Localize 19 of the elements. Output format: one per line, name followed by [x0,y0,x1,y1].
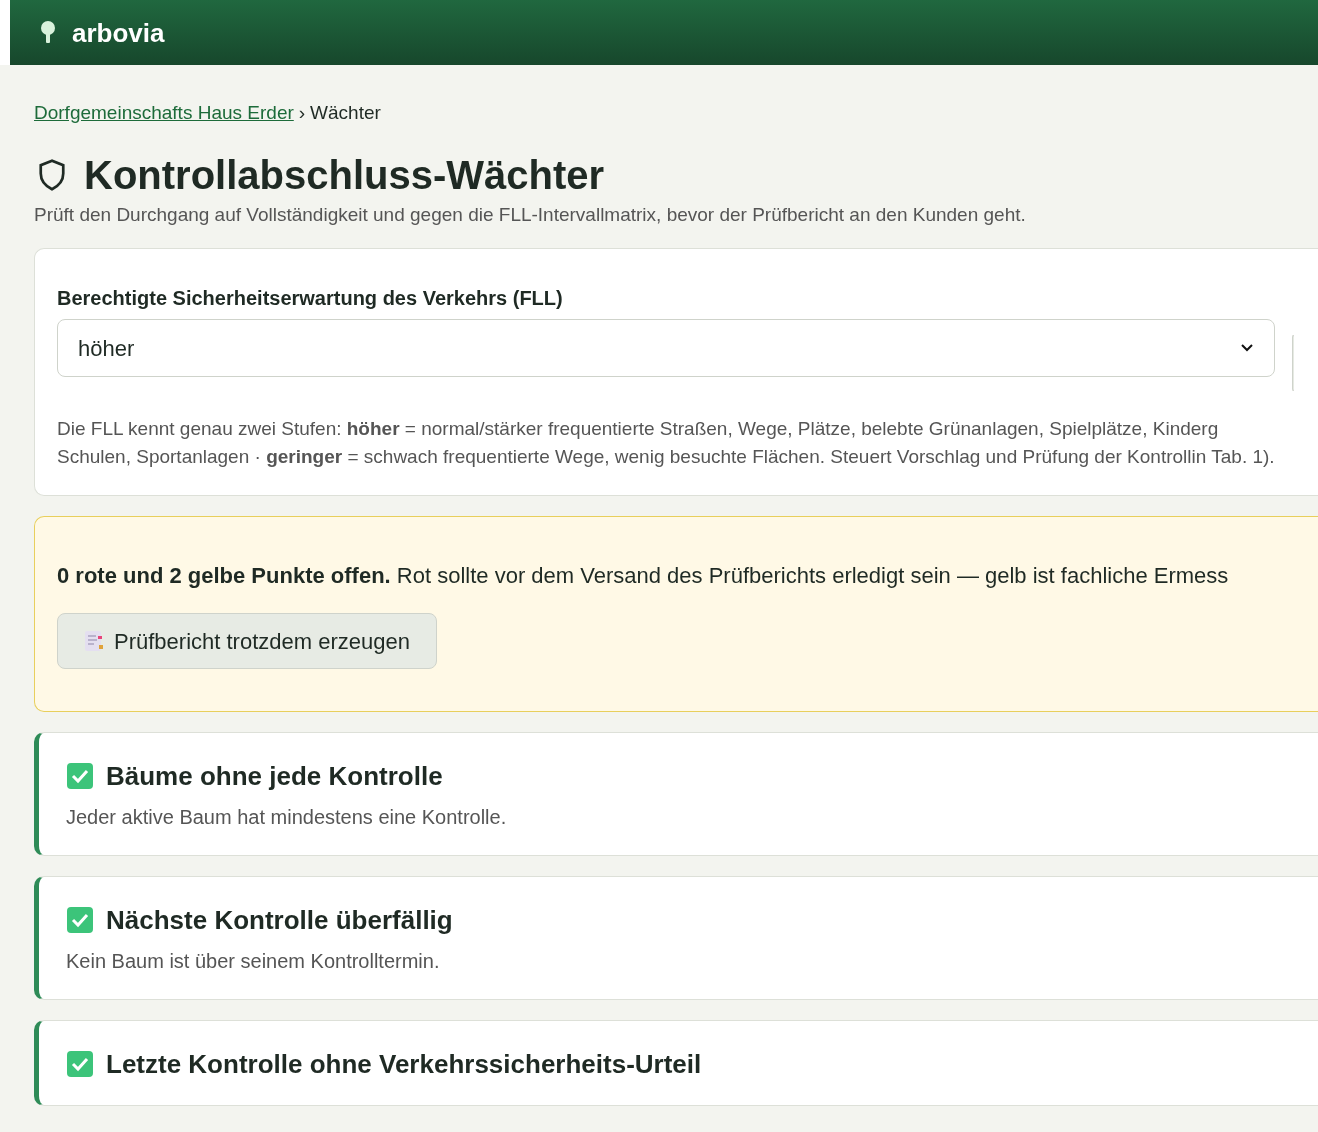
check-title: Nächste Kontrolle überfällig [106,904,453,936]
summary-text: 0 rote und 2 gelbe Punkte offen. Rot sollte vor dem Versand des Prüfberichts erledigt sein — gelb ist fachliche Ermess [57,562,1230,590]
document-icon [84,630,104,652]
field-hint: Die FLL kennt genau zwei Stufen: höher = normal/stärker frequentierte Straßen, Wege, Plätze, belebte Grünanlagen, Spielplätze, Kinderg Schulen, Sportanlagen · geringer = schwach frequentierte Wege, wenig besuchte Flächen. Steuert Vorschlag und Prüfung der Kontrollin Tab. 1). [57,417,1276,469]
check-title: Letzte Kontrolle ohne Verkehrssicherheits-Urteil [106,1048,702,1080]
app-name: arbovia [72,19,165,46]
check-description: Jeder aktive Baum hat mindestens eine Kontrolle. [66,805,508,830]
chevron-down-icon [1240,343,1254,353]
generate-report-button[interactable]: Prüfbericht trotzdem erzeugen [57,613,437,669]
check-title: Bäume ohne jede Kontrolle [106,760,443,792]
check-description: Kein Baum ist über seinem Kontrolltermin. [66,949,441,974]
breadcrumb-link[interactable]: Dorfgemeinschafts Haus Erder [34,100,294,126]
page-title: Kontrollabschluss-Wächter [84,152,605,198]
breadcrumb-separator: › [298,101,306,125]
breadcrumb-current: Wächter [310,101,381,125]
expectation-select[interactable]: höher [57,319,1275,377]
field-label: Berechtigte Sicherheitserwartung des Verkehrs (FLL) [57,286,564,311]
page-subtitle: Prüft den Durchgang auf Vollständigkeit und gegen die FLL-Intervallmatrix, bevor der Prüfbericht an den Kunden geht. [34,203,1027,227]
tree-icon [40,20,56,45]
